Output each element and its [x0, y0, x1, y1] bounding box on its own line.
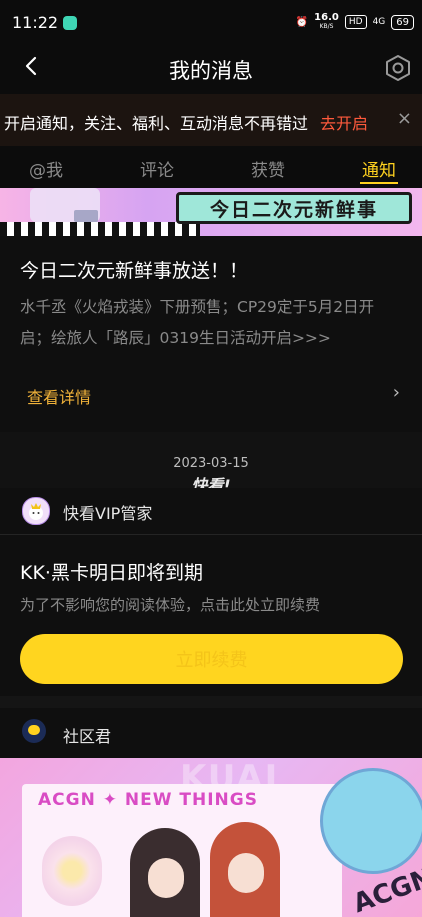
- renew-button[interactable]: 立即续费: [20, 634, 403, 684]
- news-headline: 今日二次元新鲜事放送！！: [20, 260, 249, 282]
- active-tab-indicator: [360, 182, 398, 184]
- close-icon[interactable]: ×: [397, 108, 412, 129]
- divider: [0, 534, 422, 535]
- tab-notifications[interactable]: 通知: [362, 156, 396, 181]
- date-separator: 2023-03-15 快看!: [0, 432, 422, 495]
- message-tabs: @我 评论 获赞 通知: [0, 146, 422, 188]
- tab-likes[interactable]: 获赞: [251, 156, 285, 181]
- poster-girl-face: [148, 858, 184, 898]
- page-title: 我的消息: [169, 59, 253, 83]
- signal-icon: 4G: [372, 17, 386, 27]
- vip-expiry-title: KK·黑卡明日即将到期: [20, 562, 203, 584]
- section-gap: [0, 696, 422, 708]
- app-notification-icon: [63, 16, 77, 30]
- laptop-icon: [74, 210, 98, 222]
- view-details-link[interactable]: 查看详情: [27, 384, 91, 408]
- vip-manager-avatar: [22, 497, 50, 525]
- battery-icon: 69: [391, 14, 414, 30]
- status-indicators: ⏰ 16.0 KB/S HD 4G 69: [296, 13, 414, 31]
- tab-comments[interactable]: 评论: [140, 156, 174, 181]
- vip-expiry-description: 为了不影响您的阅读体验，点击此处立即续费: [20, 596, 321, 614]
- vip-manager-name: 快看VIP管家: [63, 504, 153, 523]
- news-banner-image[interactable]: 今日二次元新鲜事: [0, 188, 422, 236]
- community-message-header[interactable]: 社区君: [0, 708, 422, 758]
- checkered-strip: [0, 222, 200, 236]
- notification-prompt-bar: 开启通知，关注、福利、互动消息不再错过 去开启 ×: [0, 94, 422, 146]
- community-sender-name: 社区君: [63, 727, 112, 746]
- hexagon-settings-icon[interactable]: [384, 54, 412, 82]
- community-mascot-icon: [28, 725, 40, 735]
- poster-circle-badge: [320, 768, 422, 874]
- news-card[interactable]: 今日二次元新鲜事放送！！ 水千丞《火焰戎装》下册预售；CP29定于5月2日开启；…: [0, 236, 422, 432]
- enable-notifications-link[interactable]: 去开启: [320, 110, 368, 134]
- notification-prompt-text: 开启通知，关注、福利、互动消息不再错过: [4, 114, 309, 133]
- network-speed: 16.0 KB/S: [314, 12, 339, 31]
- flower-decoration: [42, 836, 102, 906]
- message-date: 2023-03-15: [173, 456, 249, 471]
- poster-title: ACGN ✦ NEW THINGS: [38, 790, 258, 810]
- poster-boy-face: [228, 853, 264, 893]
- hd-badge: HD: [344, 15, 367, 29]
- vip-message-card[interactable]: 快看VIP管家 KK·黑卡明日即将到期 为了不影响您的阅读体验，点击此处立即续费…: [0, 488, 422, 696]
- alarm-icon: ⏰: [295, 16, 309, 28]
- news-description: 水千丞《火焰戎装》下册预售；CP29定于5月2日开启；绘旅人「路辰」0319生日…: [20, 298, 375, 347]
- status-time: 11:22: [12, 13, 59, 32]
- community-poster-image[interactable]: KUAI ACGN ✦ NEW THINGS ACGN: [0, 758, 422, 917]
- nav-bar: 我的消息: [0, 46, 422, 94]
- tab-mentions[interactable]: @我: [29, 156, 63, 181]
- chevron-right-icon[interactable]: ›: [393, 382, 400, 403]
- status-bar: 11:22 ⏰ 16.0 KB/S HD 4G 69: [0, 0, 422, 46]
- banner-title: 今日二次元新鲜事: [176, 192, 412, 224]
